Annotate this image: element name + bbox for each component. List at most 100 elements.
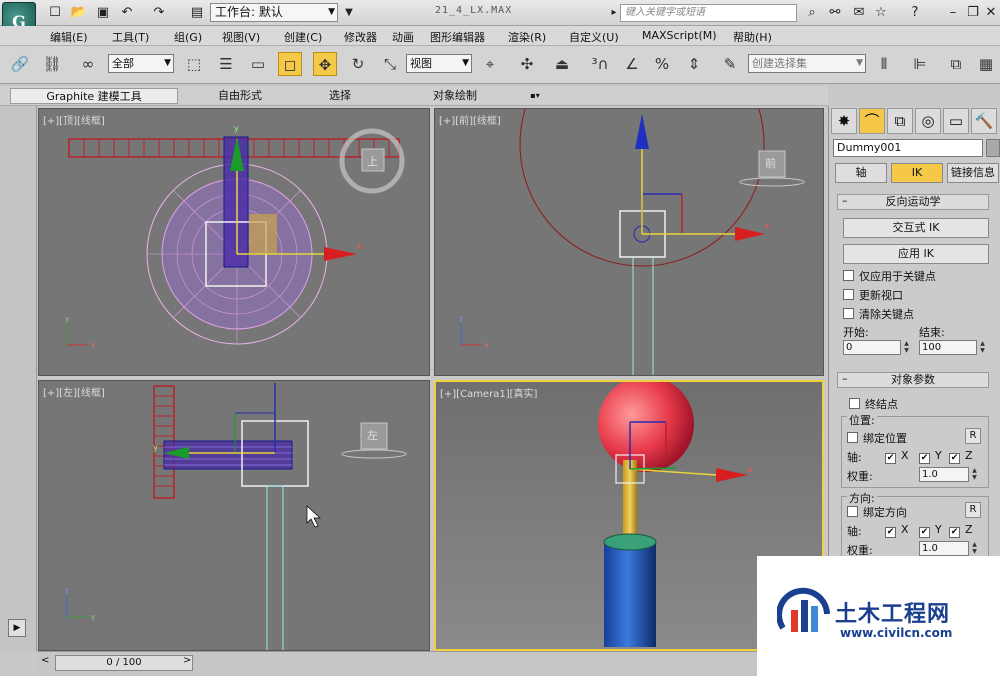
clear-keys-checkbox[interactable]: 清除关键点 xyxy=(843,306,914,322)
viewport-camera-label[interactable]: [+][Camera1][真实] xyxy=(440,385,537,400)
mirror-icon[interactable]: ⫴ xyxy=(872,52,896,76)
pivot-center-icon[interactable]: ⌖ xyxy=(478,52,502,76)
unlink-icon[interactable]: ⛓ xyxy=(40,52,64,76)
bind-orientation-checkbox[interactable]: 绑定方向 xyxy=(847,504,907,520)
create-panel-icon[interactable]: ✸ xyxy=(831,108,857,134)
time-next-icon[interactable]: > xyxy=(183,655,191,666)
menu-rendering[interactable]: 渲染(R) xyxy=(508,29,546,45)
viewport-left-label[interactable]: [+][左][线框] xyxy=(43,384,105,399)
position-weight-input[interactable]: 1.0 xyxy=(919,467,969,482)
checkbox-box[interactable] xyxy=(843,289,854,300)
checkbox-box[interactable] xyxy=(847,432,858,443)
bind-orientation-r-button[interactable]: R xyxy=(965,502,981,518)
viewport-front-label[interactable]: [+][前][线框] xyxy=(439,112,501,127)
named-selection-set-dropdown[interactable]: 创建选择集 ▼ xyxy=(748,54,866,73)
new-file-icon[interactable]: ☐ xyxy=(46,4,64,22)
minimize-icon[interactable]: – xyxy=(944,4,962,22)
menu-edit[interactable]: 编辑(E) xyxy=(50,29,88,45)
orientation-axis-y-checkbox[interactable]: ✔ Y xyxy=(919,523,942,538)
viewcube-top-label[interactable]: 上 xyxy=(367,153,378,169)
graphite-toggle-icon[interactable]: ▦ xyxy=(974,52,998,76)
tab-ik[interactable]: IK xyxy=(891,163,943,183)
checkbox-box[interactable] xyxy=(847,506,858,517)
viewport-top[interactable]: x y y x 上 [+][顶][线框] xyxy=(38,108,430,376)
menu-help[interactable]: 帮助(H) xyxy=(733,29,772,45)
menu-maxscript[interactable]: MAXScript(M) xyxy=(642,29,717,42)
rotate-icon[interactable]: ↻ xyxy=(346,52,370,76)
select-link-icon[interactable]: 🔗 xyxy=(8,52,32,76)
bind-position-checkbox[interactable]: 绑定位置 xyxy=(847,430,907,446)
ik-rollout-header[interactable]: – 反向运动学 xyxy=(837,194,989,210)
keyboard-shortcut-override-icon[interactable]: ⏏ xyxy=(550,52,574,76)
viewport-left[interactable]: y z y 左 [+][左][线框] xyxy=(38,380,430,651)
checkbox-checked[interactable]: ✔ xyxy=(885,453,896,464)
quick-access-menu-icon[interactable]: ▼ xyxy=(340,4,358,22)
checkbox-box[interactable] xyxy=(849,398,860,409)
time-prev-icon[interactable]: < xyxy=(41,655,49,666)
checkbox-box[interactable] xyxy=(843,308,854,319)
layer-manager-icon[interactable]: ⧉ xyxy=(944,52,968,76)
tab-graphite-modeling[interactable]: Graphite 建模工具 xyxy=(10,88,178,104)
checkbox-box[interactable] xyxy=(843,270,854,281)
start-frame-spinner[interactable]: ▲ ▼ xyxy=(902,340,911,355)
orientation-weight-spinner[interactable]: ▲ ▼ xyxy=(970,541,979,556)
select-object-icon[interactable]: ⬚ xyxy=(182,52,206,76)
selection-filter-dropdown[interactable]: 全部 ▼ xyxy=(108,54,174,73)
menu-animation[interactable]: 动画 xyxy=(392,29,414,45)
save-icon[interactable]: ▣ xyxy=(94,4,112,22)
menu-modifiers[interactable]: 修改器 xyxy=(344,29,377,45)
restore-icon[interactable]: ❐ xyxy=(964,4,982,22)
tab-link-info[interactable]: 链接信息 xyxy=(947,163,999,183)
project-folder-icon[interactable]: ▤ xyxy=(188,4,206,22)
bind-position-r-button[interactable]: R xyxy=(965,428,981,444)
communication-icon[interactable]: ✉ xyxy=(850,4,868,22)
menu-group[interactable]: 组(G) xyxy=(174,29,202,45)
orientation-weight-input[interactable]: 1.0 xyxy=(919,541,969,556)
menu-views[interactable]: 视图(V) xyxy=(222,29,260,45)
move-icon[interactable]: ✥ xyxy=(313,52,337,76)
checkbox-checked[interactable]: ✔ xyxy=(885,527,896,538)
open-file-icon[interactable]: 📂 xyxy=(70,4,88,22)
modify-panel-icon[interactable]: ⌒ xyxy=(859,108,885,134)
start-frame-input[interactable]: 0 xyxy=(843,340,901,355)
binoculars-icon[interactable]: ⌕ xyxy=(803,4,821,22)
viewcube-front-label[interactable]: 前 xyxy=(765,155,776,171)
checkbox-checked[interactable]: ✔ xyxy=(949,527,960,538)
motion-panel-icon[interactable]: ◎ xyxy=(915,108,941,134)
checkbox-checked[interactable]: ✔ xyxy=(949,453,960,464)
tab-object-paint[interactable]: 对象绘制 xyxy=(400,88,510,104)
window-crossing-icon[interactable]: ◻ xyxy=(278,52,302,76)
workspace-dropdown[interactable]: 工作台: 默认 ▼ xyxy=(210,3,338,22)
viewcube-left-label[interactable]: 左 xyxy=(367,427,378,443)
bind-space-warp-icon[interactable]: ∞ xyxy=(76,52,100,76)
rectangle-selection-icon[interactable]: ▭ xyxy=(246,52,270,76)
subscription-icon[interactable]: ⚯ xyxy=(826,4,844,22)
end-frame-input[interactable]: 100 xyxy=(919,340,977,355)
reference-coordinate-dropdown[interactable]: 视图 ▼ xyxy=(406,54,472,73)
redo-icon[interactable]: ↷ xyxy=(150,4,168,22)
select-by-name-icon[interactable]: ☰ xyxy=(214,52,238,76)
menu-customize[interactable]: 自定义(U) xyxy=(569,29,619,45)
tab-pivot[interactable]: 轴 xyxy=(835,163,887,183)
object-name-field[interactable]: Dummy001 xyxy=(833,139,983,157)
edit-named-selection-icon[interactable]: ✎ xyxy=(718,52,742,76)
help-icon[interactable]: ? xyxy=(906,4,924,22)
keys-only-checkbox[interactable]: 仅应用于关键点 xyxy=(843,268,936,284)
favorites-star-icon[interactable]: ☆ xyxy=(872,4,890,22)
play-icon[interactable]: ▶ xyxy=(8,619,26,637)
align-icon[interactable]: ⊫ xyxy=(908,52,932,76)
utilities-panel-icon[interactable]: 🔨 xyxy=(971,108,997,134)
checkbox-checked[interactable]: ✔ xyxy=(919,527,930,538)
end-frame-spinner[interactable]: ▲ ▼ xyxy=(978,340,987,355)
viewport-top-label[interactable]: [+][顶][线框] xyxy=(43,112,105,127)
scale-icon[interactable]: ⤡ xyxy=(378,52,402,76)
object-color-swatch[interactable] xyxy=(986,139,1000,157)
orientation-axis-x-checkbox[interactable]: ✔ X xyxy=(885,523,909,538)
object-params-rollout-header[interactable]: – 对象参数 xyxy=(837,372,989,388)
spinner-snap-icon[interactable]: ⇕ xyxy=(682,52,706,76)
terminator-checkbox[interactable]: 终结点 xyxy=(849,396,898,412)
position-axis-z-checkbox[interactable]: ✔ Z xyxy=(949,449,973,464)
time-slider[interactable]: 0 / 100 xyxy=(55,655,193,671)
menu-create[interactable]: 创建(C) xyxy=(284,29,322,45)
update-viewports-checkbox[interactable]: 更新视口 xyxy=(843,287,903,303)
